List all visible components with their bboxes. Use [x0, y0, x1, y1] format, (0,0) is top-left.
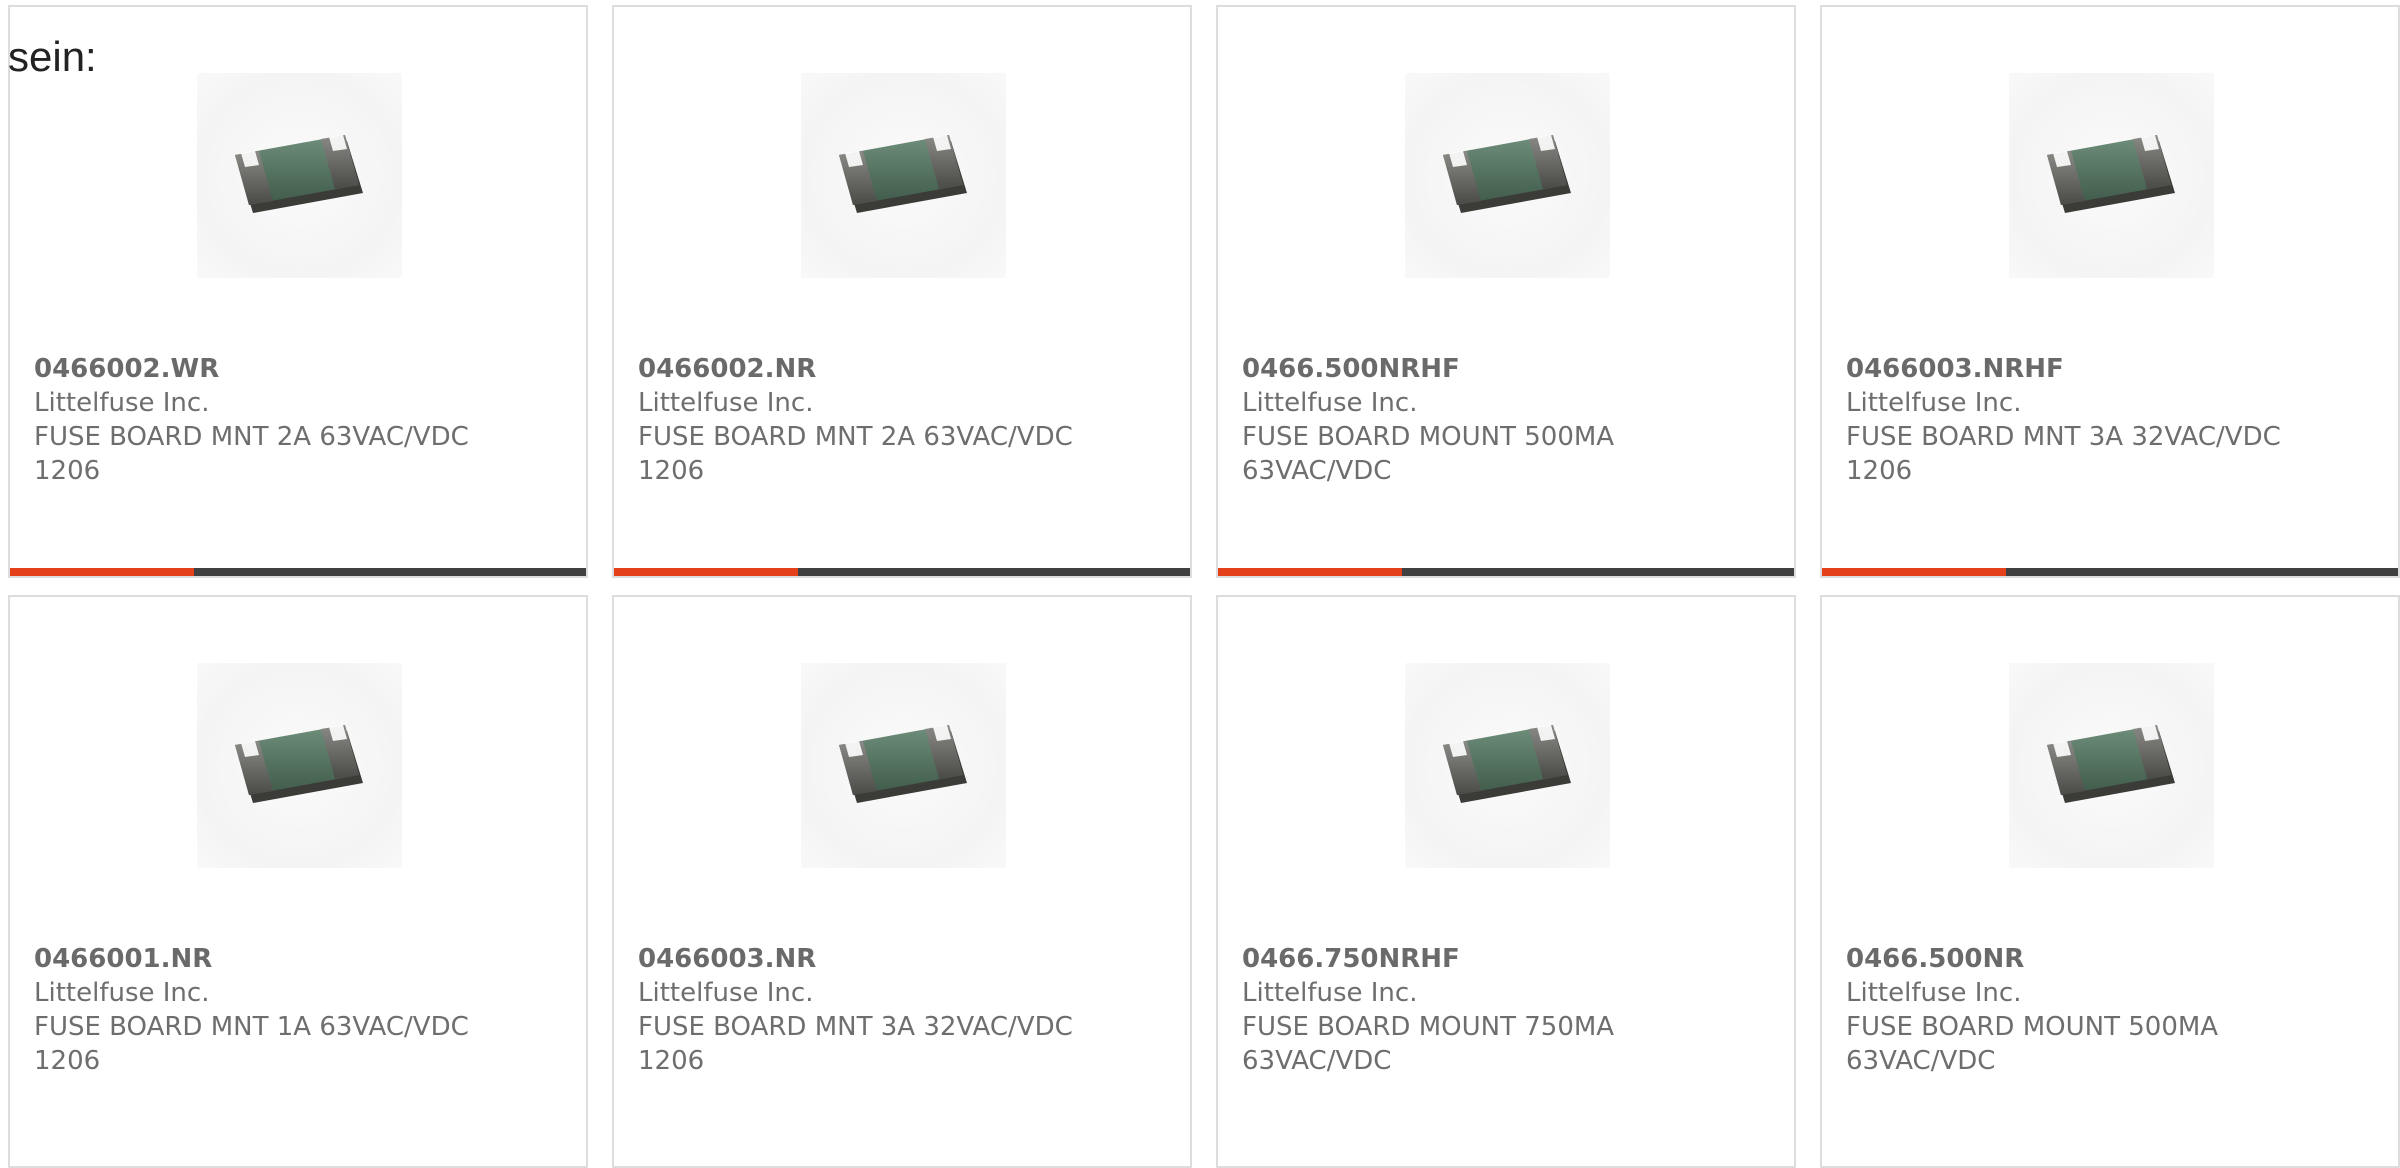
progress-fill — [10, 568, 195, 576]
smd-fuse-icon — [1443, 135, 1571, 213]
description-line-2: 1206 — [1846, 456, 1913, 486]
description-line-2: 63VAC/VDC — [1242, 1046, 1392, 1076]
progress-bar — [10, 568, 586, 576]
progress-bar — [1218, 568, 1794, 576]
manufacturer: Littelfuse Inc. — [1242, 978, 1418, 1008]
progress-fill — [614, 568, 799, 576]
part-number[interactable]: 0466001.NR — [34, 942, 514, 976]
smd-fuse-icon — [2047, 725, 2175, 803]
manufacturer: Littelfuse Inc. — [34, 388, 210, 418]
description-line-2: 1206 — [34, 456, 101, 486]
product-card[interactable]: 0466002.NR Littelfuse Inc. FUSE BOARD MN… — [612, 5, 1192, 578]
smd-fuse-icon[interactable] — [2009, 663, 2214, 868]
part-number[interactable]: 0466002.WR — [34, 352, 514, 386]
part-number[interactable]: 0466.500NR — [1846, 942, 2326, 976]
manufacturer: Littelfuse Inc. — [638, 978, 814, 1008]
product-card[interactable]: 0466001.NR Littelfuse Inc. FUSE BOARD MN… — [8, 595, 588, 1168]
smd-fuse-icon[interactable] — [801, 73, 1006, 278]
smd-fuse-icon[interactable] — [197, 663, 402, 868]
intro-text: sein: — [8, 33, 97, 80]
description-line-1: FUSE BOARD MOUNT 500MA — [1242, 422, 1615, 452]
progress-bar — [614, 568, 1190, 576]
manufacturer: Littelfuse Inc. — [1242, 388, 1418, 418]
smd-fuse-icon — [1443, 725, 1571, 803]
smd-fuse-icon[interactable] — [1405, 73, 1610, 278]
part-number[interactable]: 0466003.NRHF — [1846, 352, 2326, 386]
smd-fuse-icon — [2047, 135, 2175, 213]
description-line-1: FUSE BOARD MNT 3A 32VAC/VDC — [1846, 422, 2281, 452]
manufacturer: Littelfuse Inc. — [34, 978, 210, 1008]
product-info: 0466001.NR Littelfuse Inc. FUSE BOARD MN… — [34, 942, 514, 1078]
product-info: 0466002.WR Littelfuse Inc. FUSE BOARD MN… — [34, 352, 514, 488]
manufacturer: Littelfuse Inc. — [1846, 388, 2022, 418]
description-line-2: 1206 — [638, 456, 705, 486]
progress-bar — [1822, 568, 2398, 576]
product-info: 0466003.NRHF Littelfuse Inc. FUSE BOARD … — [1846, 352, 2326, 488]
manufacturer: Littelfuse Inc. — [1846, 978, 2022, 1008]
product-card[interactable]: 0466002.WR Littelfuse Inc. FUSE BOARD MN… — [8, 5, 588, 578]
smd-fuse-icon[interactable] — [1405, 663, 1610, 868]
product-info: 0466003.NR Littelfuse Inc. FUSE BOARD MN… — [638, 942, 1118, 1078]
product-card[interactable]: 0466003.NRHF Littelfuse Inc. FUSE BOARD … — [1820, 5, 2400, 578]
product-grid: 0466002.WR Littelfuse Inc. FUSE BOARD MN… — [0, 0, 2400, 1168]
description-line-1: FUSE BOARD MOUNT 750MA — [1242, 1012, 1615, 1042]
description-line-1: FUSE BOARD MNT 2A 63VAC/VDC — [34, 422, 469, 452]
smd-fuse-icon — [839, 135, 967, 213]
description-line-2: 63VAC/VDC — [1242, 456, 1392, 486]
description-line-1: FUSE BOARD MOUNT 500MA — [1846, 1012, 2219, 1042]
smd-fuse-icon[interactable] — [801, 663, 1006, 868]
smd-fuse-icon — [839, 725, 967, 803]
product-info: 0466.500NR Littelfuse Inc. FUSE BOARD MO… — [1846, 942, 2326, 1078]
progress-fill — [1822, 568, 2007, 576]
description-line-1: FUSE BOARD MNT 1A 63VAC/VDC — [34, 1012, 469, 1042]
product-info: 0466002.NR Littelfuse Inc. FUSE BOARD MN… — [638, 352, 1118, 488]
part-number[interactable]: 0466.750NRHF — [1242, 942, 1722, 976]
description-line-2: 63VAC/VDC — [1846, 1046, 1996, 1076]
part-number[interactable]: 0466003.NR — [638, 942, 1118, 976]
product-card[interactable]: 0466.500NRHF Littelfuse Inc. FUSE BOARD … — [1216, 5, 1796, 578]
product-card[interactable]: 0466.750NRHF Littelfuse Inc. FUSE BOARD … — [1216, 595, 1796, 1168]
description-line-2: 1206 — [34, 1046, 101, 1076]
description-line-2: 1206 — [638, 1046, 705, 1076]
smd-fuse-icon — [235, 725, 363, 803]
manufacturer: Littelfuse Inc. — [638, 388, 814, 418]
part-number[interactable]: 0466.500NRHF — [1242, 352, 1722, 386]
product-info: 0466.750NRHF Littelfuse Inc. FUSE BOARD … — [1242, 942, 1722, 1078]
smd-fuse-icon[interactable] — [197, 73, 402, 278]
description-line-1: FUSE BOARD MNT 2A 63VAC/VDC — [638, 422, 1073, 452]
smd-fuse-icon — [235, 135, 363, 213]
product-info: 0466.500NRHF Littelfuse Inc. FUSE BOARD … — [1242, 352, 1722, 488]
smd-fuse-icon[interactable] — [2009, 73, 2214, 278]
part-number[interactable]: 0466002.NR — [638, 352, 1118, 386]
product-card[interactable]: 0466.500NR Littelfuse Inc. FUSE BOARD MO… — [1820, 595, 2400, 1168]
progress-fill — [1218, 568, 1403, 576]
product-card[interactable]: 0466003.NR Littelfuse Inc. FUSE BOARD MN… — [612, 595, 1192, 1168]
description-line-1: FUSE BOARD MNT 3A 32VAC/VDC — [638, 1012, 1073, 1042]
